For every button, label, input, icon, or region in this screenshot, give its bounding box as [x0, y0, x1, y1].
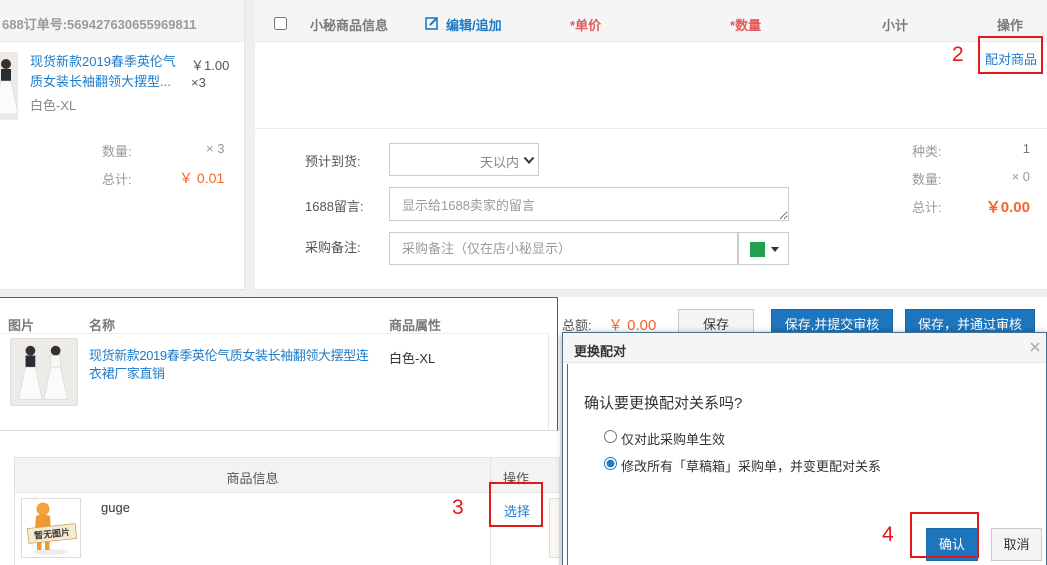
dress-photo-icon	[0, 52, 18, 120]
change-pairing-modal: 更换配对 确认要更换配对关系吗? 仅对此采购单生效 修改所有「草稿箱」采购单，并…	[562, 332, 1047, 565]
color-swatch	[750, 242, 765, 257]
purchase-card: 小秘商品信息 编辑/追加 *单价 *数量 小计 操作 配对商品 2 预计到货: …	[255, 0, 1047, 290]
stats-qty-label: 数量:	[912, 172, 942, 187]
stats-total-value: ￥0.00	[985, 199, 1030, 216]
source-product-title-line: 现货新款2019春季英伦气质女装长袖翻领大摆型连	[89, 348, 369, 363]
column-quantity-label: 数量	[735, 18, 762, 33]
column-quantity: *数量	[730, 15, 761, 34]
product-title-line: 质女装长袖翻领大摆型...	[30, 74, 171, 89]
source-product-title-line: 衣裙厂家直销	[89, 366, 165, 381]
product-title-line: 现货新款2019春季英伦气	[30, 54, 176, 69]
source-product-title-link[interactable]: 现货新款2019春季英伦气质女装长袖翻领大摆型连 衣裙厂家直销	[89, 347, 369, 383]
candidate-table: 商品信息 操作 暂无图片 guge 选择	[14, 457, 560, 565]
eta-select-value: 天以内	[479, 155, 519, 170]
annotation-step2: 2	[952, 43, 964, 66]
source-product-popup: 图片 名称 商品属性 现货新款2019春季英伦气质女装长袖翻领大摆型连 衣裙厂家…	[0, 297, 558, 431]
order-number: 688订单号:569427630655969811	[2, 17, 197, 32]
radio-all-drafts[interactable]	[604, 457, 617, 470]
annotation-step3: 3	[452, 496, 464, 519]
candidate-image-partial	[549, 498, 559, 558]
modal-header: 更换配对	[563, 333, 1046, 363]
modal-body-border	[567, 364, 568, 565]
product-price: ￥1.00	[191, 58, 230, 73]
stats-total-label: 总计:	[912, 200, 942, 215]
dress-photo-icon	[11, 339, 77, 405]
cancel-button[interactable]: 取消	[991, 528, 1042, 561]
purchase-table-header: 小秘商品信息 编辑/追加 *单价 *数量 小计 操作	[255, 0, 1047, 42]
eta-label: 预计到货:	[305, 154, 361, 169]
annotation-box-step4	[910, 512, 979, 558]
no-image-icon: 暂无图片	[22, 499, 80, 557]
purchase-note-label: 采购备注:	[305, 240, 361, 255]
seller-message-textarea[interactable]	[389, 187, 789, 221]
product-quantity: ×3	[191, 75, 206, 90]
column-action: 操作	[997, 18, 1024, 33]
edit-append-link[interactable]: 编辑/追加	[446, 15, 502, 34]
summary-total-value: ￥ 0.01	[179, 170, 225, 186]
summary-qty-value: × 3	[206, 141, 225, 156]
summary-qty-label: 数量:	[102, 144, 132, 159]
divider	[255, 128, 1047, 129]
divider	[0, 333, 548, 334]
table-header: 商品信息 操作	[15, 458, 559, 493]
stats-qty-value: × 0	[1011, 169, 1030, 184]
annotation-box-step2	[978, 36, 1043, 74]
eta-select[interactable]: 天以内	[389, 143, 539, 176]
chevron-down-icon	[523, 156, 535, 164]
select-all-checkbox[interactable]	[274, 17, 287, 30]
stats-kinds-value: 1	[1022, 141, 1030, 156]
column-product-info: 商品信息	[226, 471, 279, 486]
column-subtotal: 小计	[882, 18, 909, 33]
column-attributes: 商品属性	[389, 318, 442, 333]
close-icon[interactable]	[1030, 342, 1040, 352]
candidate-product-panel: 商品信息 操作 暂无图片 guge 选择 3	[0, 431, 560, 565]
radio-all-drafts-label[interactable]: 修改所有「草稿箱」采购单，并变更配对关系	[621, 456, 881, 475]
note-color-picker[interactable]	[738, 232, 789, 265]
caret-down-icon	[771, 247, 779, 252]
annotation-box-step3	[489, 482, 543, 527]
order-card-1688: 688订单号:569427630655969811 现货新款2019春季英伦气 …	[0, 0, 245, 290]
order-card-header: 688订单号:569427630655969811	[0, 0, 244, 42]
radio-this-order-only-label[interactable]: 仅对此采购单生效	[621, 429, 725, 448]
edit-icon[interactable]	[425, 16, 439, 30]
source-product-image[interactable]	[10, 338, 78, 406]
modal-title: 更换配对	[574, 344, 627, 359]
radio-this-order-only[interactable]	[604, 430, 617, 443]
purchase-note-input[interactable]	[389, 232, 738, 265]
column-name: 名称	[89, 318, 116, 333]
stats-kinds-label: 种类:	[912, 144, 942, 159]
product-title-link[interactable]: 现货新款2019春季英伦气 质女装长袖翻领大摆型...	[30, 52, 188, 92]
divider	[548, 334, 549, 430]
annotation-step4: 4	[882, 523, 894, 546]
product-sku: 白色-XL	[30, 98, 77, 113]
column-product-info: 小秘商品信息	[310, 18, 389, 33]
summary-total-label: 总计:	[102, 172, 132, 187]
column-unit-price-label: 单价	[575, 18, 602, 33]
modal-question: 确认要更换配对关系吗?	[584, 395, 743, 412]
purchase-order-page: 688订单号:569427630655969811 现货新款2019春季英伦气 …	[0, 0, 1047, 565]
source-product-sku: 白色-XL	[389, 351, 436, 366]
column-unit-price: *单价	[570, 15, 601, 34]
no-image-placeholder: 暂无图片	[21, 498, 81, 558]
column-image: 图片	[8, 318, 35, 333]
product-thumbnail[interactable]	[0, 52, 18, 120]
candidate-product-name: guge	[101, 500, 130, 515]
seller-message-label: 1688留言:	[305, 199, 364, 214]
